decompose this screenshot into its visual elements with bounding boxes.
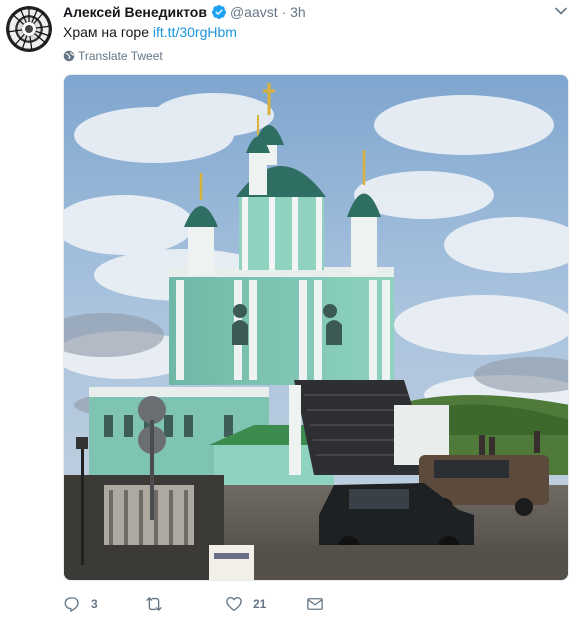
envelope-icon xyxy=(306,595,324,613)
verified-badge-icon xyxy=(211,4,227,24)
retweet-button[interactable] xyxy=(144,594,174,614)
retweet-icon xyxy=(144,595,164,613)
more-options-chevron-icon[interactable] xyxy=(554,4,568,23)
reply-button[interactable]: 3 xyxy=(63,594,98,614)
tweet-link[interactable]: ift.tt/30rgHbm xyxy=(153,24,237,40)
heart-icon xyxy=(225,595,243,613)
tweet-text-body: Храм на горе xyxy=(63,24,149,40)
like-count: 21 xyxy=(253,597,267,611)
translate-label: Translate Tweet xyxy=(78,49,163,63)
author-handle[interactable]: @aavst xyxy=(230,4,278,20)
reply-count: 3 xyxy=(91,597,98,611)
tweet-text: Храм на горе ift.tt/30rgHbm xyxy=(63,23,237,41)
like-button[interactable]: 21 xyxy=(225,594,266,614)
translate-tweet[interactable]: Translate Tweet xyxy=(63,49,163,64)
tweet-header: Алексей Венедиктов @aavst · 3h xyxy=(63,3,306,24)
avatar[interactable] xyxy=(6,6,52,52)
author-name[interactable]: Алексей Венедиктов xyxy=(63,4,207,20)
globe-icon xyxy=(63,49,78,63)
separator-dot: · xyxy=(281,4,287,20)
tweet-timestamp[interactable]: 3h xyxy=(290,4,306,20)
direct-message-button[interactable] xyxy=(306,594,324,614)
reply-icon xyxy=(63,595,81,613)
tweet-photo[interactable] xyxy=(63,74,569,581)
